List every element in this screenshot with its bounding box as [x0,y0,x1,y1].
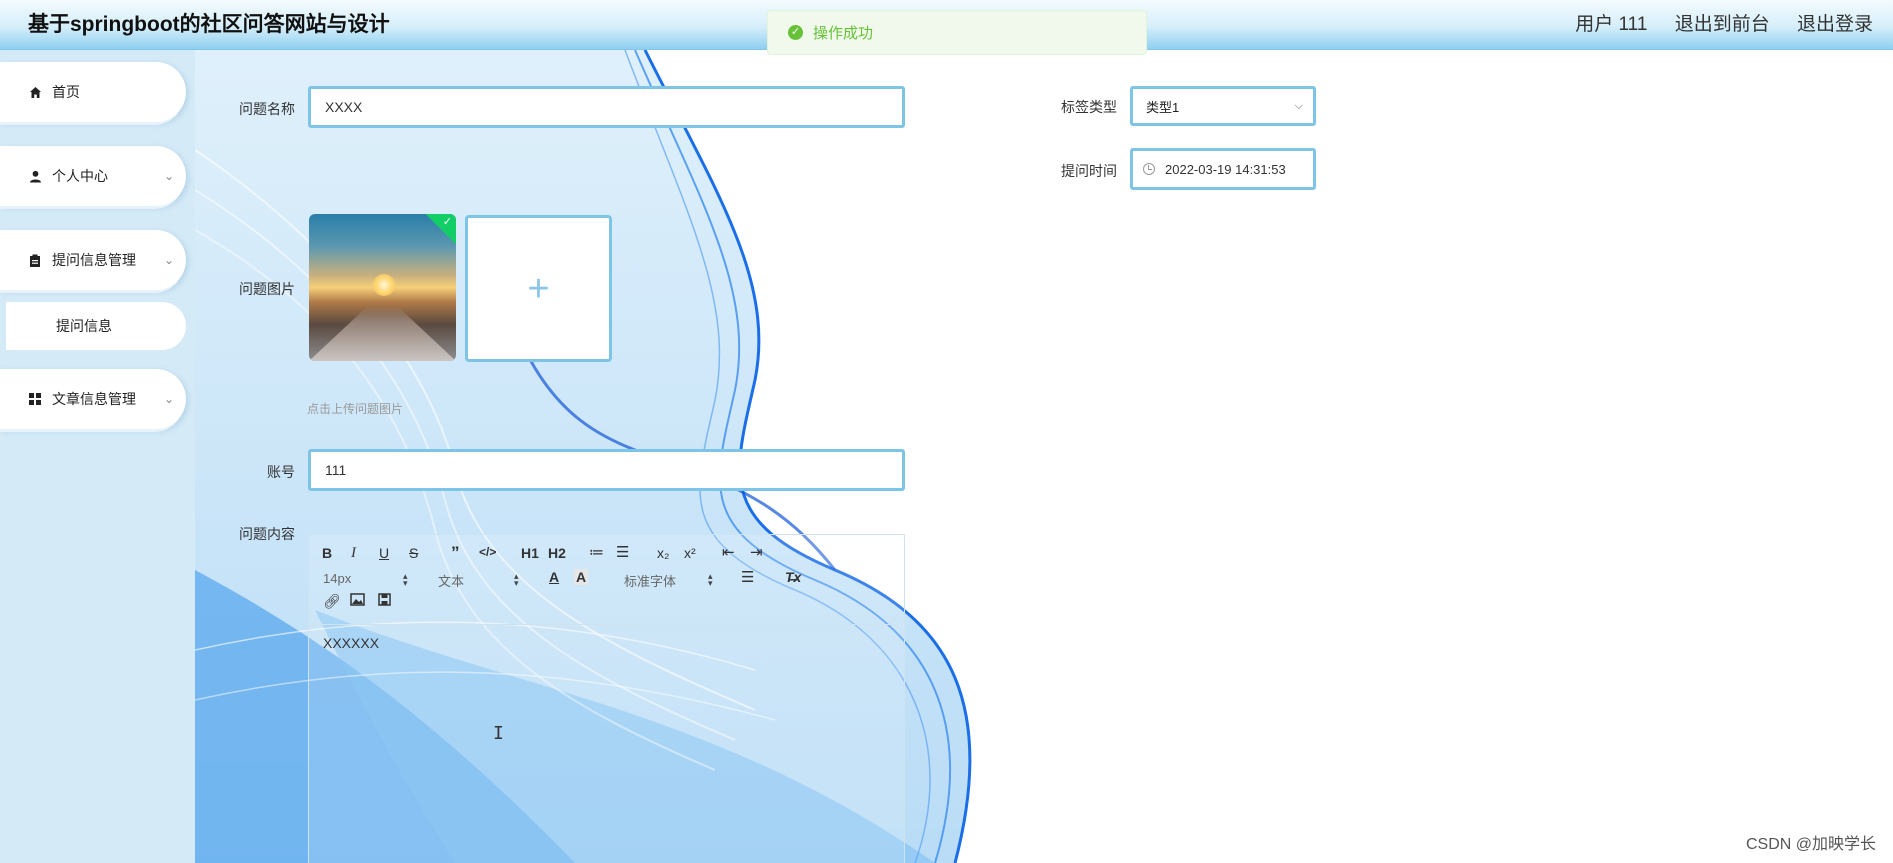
user-icon [28,169,42,183]
font-family-picker[interactable]: 标准字体 ▴ ▾ [624,571,724,590]
link-icon[interactable]: 🔗︎ [323,593,341,610]
user-label[interactable]: 用户 111 [1575,14,1647,35]
app-title: 基于springboot的社区问答网站与设计 [28,13,390,36]
image-icon[interactable] [350,593,365,609]
sidebar-subitem-question-info[interactable]: 提问信息 [6,302,186,350]
clear-format-icon[interactable]: T̶x [785,569,801,585]
uploaded-image-thumbnail[interactable]: ✓ [309,214,456,361]
success-toast: ✓ 操作成功 [767,10,1147,55]
clock-icon [1143,163,1155,175]
sun-graphic [373,274,395,296]
tag-type-value: 类型1 [1146,99,1180,115]
code-block-icon[interactable]: </> [479,545,496,559]
upload-image-button[interactable]: + [465,215,612,362]
road-graphic [309,306,456,361]
question-name-label: 问题名称 [239,101,295,117]
sidebar-item-label: 文章信息管理 [52,391,136,407]
align-icon[interactable]: ☰ [741,568,754,586]
video-icon[interactable] [378,593,391,609]
chevron-down-icon: ⌵ [1294,100,1303,112]
ask-time-picker[interactable]: 2022-03-19 14:31:53 [1130,148,1316,190]
updown-icon: ▴ ▾ [403,571,408,588]
ordered-list-icon[interactable]: ≔ [589,543,604,561]
italic-button[interactable]: I [351,545,356,562]
check-circle-icon: ✓ [788,25,803,40]
grid-icon [28,392,42,406]
sidebar-item-label: 首页 [52,84,80,100]
check-icon: ✓ [442,216,452,228]
blockquote-icon[interactable]: ” [451,543,460,563]
account-label: 账号 [267,464,295,480]
sidebar-item-label: 提问信息管理 [52,252,136,268]
strike-button[interactable]: S [409,545,418,561]
tag-type-label: 标签类型 [1061,99,1117,115]
bold-button[interactable]: B [322,545,332,561]
logout-link[interactable]: 退出登录 [1797,14,1873,35]
editor-content[interactable]: XXXXXX [323,635,379,651]
outdent-icon[interactable]: ⇤ [722,543,735,561]
sidebar-item-article-management[interactable]: 文章信息管理 ⌄ [0,369,186,429]
header-picker[interactable]: 文本 ▴ ▾ [438,571,528,590]
sidebar: 首页 个人中心 ⌄ 提问信息管理 ⌄ 提问信息 文章信息管理 ⌄ [0,50,195,863]
chevron-down-icon: ⌄ [163,253,174,267]
font-size-picker[interactable]: 14px ▴ ▾ [323,571,413,588]
editor-toolbar: B I U S ” </> H1 H2 ≔ ☰ x₂ x² ⇤ ⇥ 14px ▴… [309,535,904,625]
header-1-button[interactable]: H1 [521,545,539,561]
ask-time-label: 提问时间 [1061,163,1117,179]
bullet-list-icon[interactable]: ☰ [616,543,629,561]
indent-icon[interactable]: ⇥ [750,543,763,561]
clipboard-icon [28,253,42,267]
superscript-button[interactable]: x² [684,545,696,561]
sidebar-item-question-management[interactable]: 提问信息管理 ⌄ [0,230,186,290]
text-cursor-icon: I [493,723,504,744]
sidebar-subitem-label: 提问信息 [56,318,112,334]
account-input[interactable]: 111 [308,449,905,491]
text-color-icon[interactable]: A [549,569,559,585]
content-label: 问题内容 [239,526,295,542]
top-links: 用户 111 退出到前台 退出登录 [1553,9,1873,36]
chevron-down-icon: ⌄ [163,392,174,406]
sidebar-item-home[interactable]: 首页 [0,62,186,122]
toast-message: 操作成功 [813,25,874,42]
watermark: CSDN @加映学长 [1745,836,1876,853]
background-color-icon[interactable]: A [574,569,589,585]
plus-icon: + [527,267,550,310]
sidebar-item-label: 个人中心 [52,168,108,184]
updown-icon: ▴ ▾ [514,571,519,588]
question-image-label: 问题图片 [239,281,295,297]
header-2-button[interactable]: H2 [548,545,566,561]
back-to-frontend-link[interactable]: 退出到前台 [1675,14,1770,35]
question-name-input[interactable]: XXXX [308,86,905,128]
main-content: 问题名称 XXXX 标签类型 类型1 ⌵ 提问时间 2022-03-19 14:… [195,50,1893,863]
updown-icon: ▴ ▾ [708,571,713,588]
upload-tip: 点击上传问题图片 [307,402,404,416]
sidebar-item-personal-center[interactable]: 个人中心 ⌄ [0,146,186,206]
home-icon [28,85,42,99]
ask-time-value: 2022-03-19 14:31:53 [1165,161,1286,177]
rich-text-editor[interactable]: B I U S ” </> H1 H2 ≔ ☰ x₂ x² ⇤ ⇥ 14px ▴… [308,534,905,863]
tag-type-select[interactable]: 类型1 ⌵ [1130,86,1316,126]
subscript-button[interactable]: x₂ [657,545,669,561]
underline-button[interactable]: U [379,545,389,561]
chevron-down-icon: ⌄ [163,169,174,183]
